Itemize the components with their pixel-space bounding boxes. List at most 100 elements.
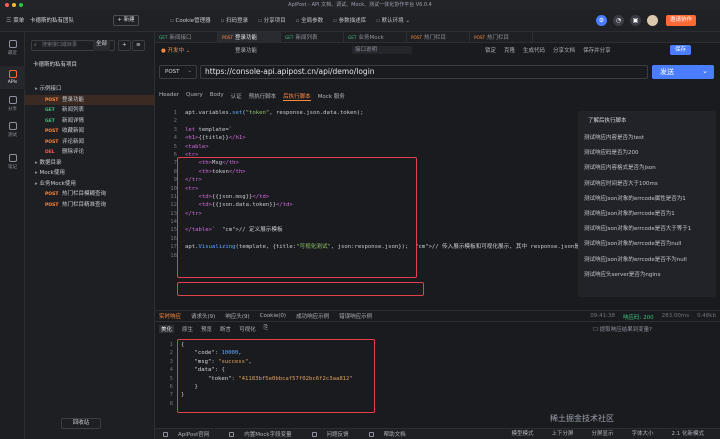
status-dropdown[interactable]: ● 开发中 ⌄ [161, 46, 190, 54]
response-view-tab[interactable]: ⎘ [264, 325, 268, 333]
response-tab[interactable]: 成功响应示例 [296, 312, 329, 320]
status-right-item[interactable]: 模型模式 [511, 429, 533, 439]
window-controls[interactable] [5, 3, 23, 7]
tree-folder[interactable]: Mock使用 [25, 168, 155, 179]
snippet-item[interactable]: 测试响应Json对象的errcode是否不为null [584, 255, 687, 263]
cookie-manager-link[interactable]: Cookie管理器 [170, 16, 210, 24]
request-tab[interactable]: GET 业务Mock [344, 32, 407, 43]
menu-button[interactable]: 三 菜单 [6, 16, 24, 24]
nav-test[interactable]: 测试 [0, 122, 25, 138]
close-window-icon[interactable] [5, 3, 9, 7]
snippet-item[interactable]: 测试响应码是否为200 [584, 148, 639, 156]
home-link[interactable]: ApiPost官网 [163, 430, 219, 438]
nav-recent[interactable]: 最近 [0, 40, 25, 56]
minimize-window-icon[interactable] [12, 3, 16, 7]
snippet-item[interactable]: 测试响应Json对象的errcode是否大于等于1 [584, 224, 691, 232]
recycle-bin-button[interactable]: 回收站 [61, 418, 101, 429]
help-link[interactable]: 帮助文档 [368, 430, 416, 438]
team-selector[interactable]: 卡德斯的私有团队 [30, 16, 74, 24]
snippets-title[interactable]: 了解后执行脚本 [588, 116, 627, 124]
clone-button[interactable]: 克隆 [504, 46, 515, 54]
tree-api-item[interactable]: POST 评论新闻 [25, 137, 155, 148]
snippet-item[interactable]: 测试响应Json对象的errcode是否为null [584, 239, 681, 247]
tree-api-item[interactable]: GET 新闻列表 [25, 105, 155, 116]
response-view-tab[interactable]: 断言 [220, 325, 231, 333]
tree-api-item[interactable]: POST 登录功能 [25, 94, 155, 105]
response-tab[interactable]: 实时响应 [159, 312, 181, 320]
response-view-tab[interactable]: 可视化 [239, 325, 256, 333]
snippet-item[interactable]: 测试响应Json对象的errcode是否为1 [584, 209, 675, 217]
tree-api-item[interactable]: POST 收藏新闻 [25, 126, 155, 137]
snippet-item[interactable]: 测试响应Json对象的errcode属性是否为1 [584, 194, 686, 202]
snippet-item[interactable]: 测试响应内容是否为test [584, 133, 644, 141]
code-line[interactable]: let template=` [185, 126, 585, 134]
status-right-item[interactable]: 2.1 化新模式 [672, 429, 705, 439]
global-params-link[interactable]: 全局参数 [296, 16, 323, 24]
response-view-tab[interactable]: 预览 [201, 325, 212, 333]
subtab[interactable]: Header [159, 92, 179, 101]
subtab[interactable]: 认证 [231, 92, 242, 101]
settings-icon[interactable]: ⚙ [596, 15, 607, 26]
invite-button[interactable]: 邀请协作 [666, 15, 697, 26]
tree-folder[interactable]: 业务Mock使用 [25, 179, 155, 190]
snippet-item[interactable]: 测试响应时间是否大于100ms [584, 179, 658, 187]
request-tab[interactable]: GET 新闻接口 [155, 32, 218, 43]
code-line[interactable]: <h1>{{title}}</h1> [185, 134, 585, 142]
avatar[interactable] [647, 15, 658, 26]
request-tab[interactable]: POST 热门栏目 [470, 32, 533, 43]
filter-select[interactable]: 全部 [93, 40, 111, 51]
response-tab[interactable]: Cookie(0) [260, 313, 286, 319]
share-doc-button[interactable]: 分享文档 [553, 46, 575, 54]
tree-api-item[interactable]: POST 热门栏目精准查询 [25, 200, 155, 211]
environment-selector[interactable]: 默认环境 ⌄ [376, 16, 410, 24]
tree-api-item[interactable]: GET 新闻详情 [25, 116, 155, 127]
nav-apis[interactable]: APIs [0, 66, 25, 89]
lock-button[interactable]: 锁定 [485, 46, 496, 54]
generate-code-button[interactable]: 生成代码 [523, 46, 545, 54]
subtab[interactable]: Mock 服务 [318, 92, 345, 101]
subtab[interactable]: Query [186, 92, 203, 101]
tree-api-item[interactable]: DEL 删除评论 [25, 147, 155, 158]
snippet-item[interactable]: 测试响应内容格式是否为json [584, 163, 656, 171]
param-desc-link[interactable]: 参数描述库 [333, 16, 367, 24]
tree-api-item[interactable]: POST 热门栏目模糊查询 [25, 189, 155, 200]
sort-icon[interactable]: ≡ [132, 40, 145, 51]
new-button[interactable]: + 新建 [113, 15, 139, 26]
subtab[interactable]: 预执行脚本 [249, 92, 277, 101]
code-line[interactable]: <table> [185, 143, 585, 151]
response-view-tab[interactable]: 原生 [182, 325, 193, 333]
request-desc-input[interactable]: 接口说明 [352, 46, 412, 54]
response-tab[interactable]: 响应头(9) [225, 312, 249, 320]
snippet-item[interactable]: 测试响应头server是否为nginx [584, 270, 661, 278]
mock-link[interactable]: 内置Mock字段变量 [229, 430, 301, 438]
save-button[interactable]: 保存 [670, 45, 692, 55]
request-name[interactable]: 登录功能 [235, 46, 257, 54]
scan-login-link[interactable]: 扫码登录 [221, 16, 248, 24]
response-view-tab[interactable]: 美化 [159, 325, 175, 333]
status-right-item[interactable]: 分屏显示 [591, 429, 613, 439]
feedback-link[interactable]: 问题反馈 [311, 430, 359, 438]
send-button[interactable]: 发送 [652, 64, 714, 79]
nav-share[interactable]: 分享 [0, 96, 25, 112]
nav-notes[interactable]: 笔记 [0, 154, 25, 170]
tree-folder[interactable]: 数据目录 [25, 158, 155, 169]
tree-folder[interactable]: 示例接口 [25, 84, 155, 95]
response-tab[interactable]: 请求头(9) [191, 312, 215, 320]
save-share-button[interactable]: 保存并分享 [583, 46, 611, 54]
status-right-item[interactable]: 字体大小 [631, 429, 653, 439]
share-project-link[interactable]: 分享项目 [258, 16, 286, 24]
subtab[interactable]: Body [210, 92, 224, 101]
request-tab[interactable]: POST 登录功能 [218, 32, 281, 43]
url-input[interactable]: https://console-api.apipost.cn/api/demo/… [200, 65, 648, 79]
request-tab[interactable]: POST 热门栏目 [407, 32, 470, 43]
code-line[interactable]: apt.variables.set("token", response.json… [185, 109, 585, 117]
status-right-item[interactable]: 上下分屏 [551, 429, 573, 439]
request-tab[interactable]: GET 新闻列表 [281, 32, 344, 43]
code-line[interactable] [185, 117, 585, 125]
bell-icon[interactable]: ◔ [613, 15, 624, 26]
gift-icon[interactable]: ▣ [630, 15, 641, 26]
response-tab[interactable]: 错误响应示例 [339, 312, 372, 320]
extract-variable-checkbox[interactable]: ☐ 提取响应结果到变量? [593, 325, 652, 333]
add-icon[interactable]: + [118, 40, 131, 51]
subtab[interactable]: 后执行脚本 [283, 92, 311, 101]
